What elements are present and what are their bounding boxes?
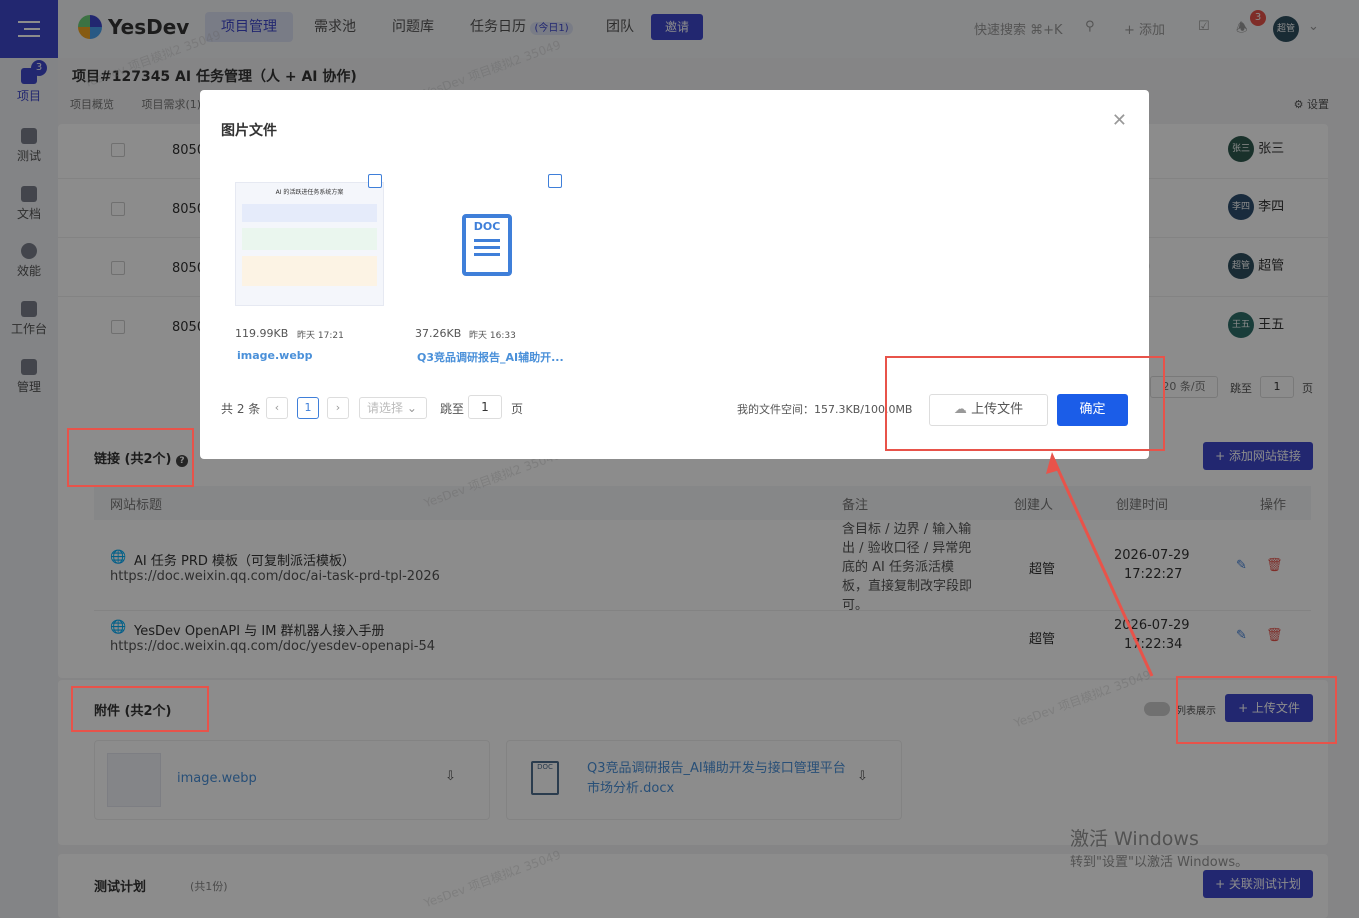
annotation-arrow <box>1046 452 1154 677</box>
